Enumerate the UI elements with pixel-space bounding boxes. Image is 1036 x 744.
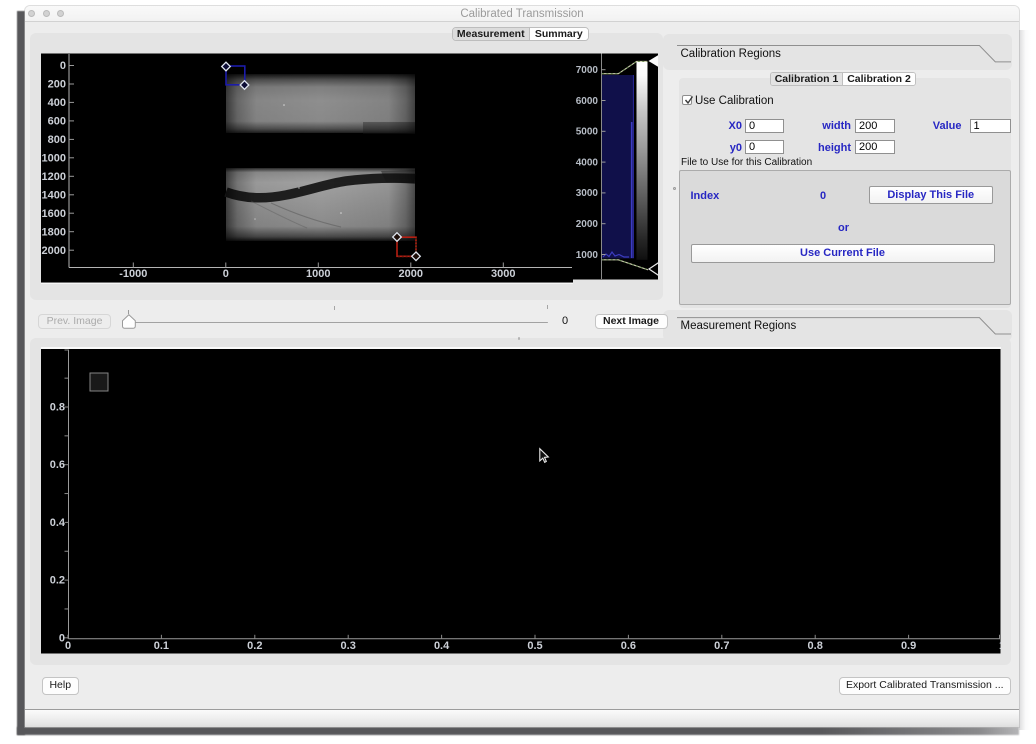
svg-text:1000: 1000 xyxy=(576,250,599,261)
svg-text:1000: 1000 xyxy=(306,268,330,280)
svg-text:1200: 1200 xyxy=(42,171,66,183)
svg-text:7000: 7000 xyxy=(576,65,599,76)
svg-text:4000: 4000 xyxy=(576,157,599,168)
svg-text:2000: 2000 xyxy=(576,219,599,230)
svg-text:6000: 6000 xyxy=(576,96,599,107)
svg-text:1000: 1000 xyxy=(42,153,66,165)
svg-text:0.7: 0.7 xyxy=(714,640,729,652)
svg-text:0.8: 0.8 xyxy=(808,640,823,652)
svg-text:0.6: 0.6 xyxy=(50,459,65,471)
svg-text:3000: 3000 xyxy=(576,188,599,199)
svg-text:5000: 5000 xyxy=(576,127,599,138)
svg-text:1800: 1800 xyxy=(42,226,66,238)
svg-text:2000: 2000 xyxy=(42,245,66,257)
svg-text:0.3: 0.3 xyxy=(341,640,356,652)
svg-text:0.9: 0.9 xyxy=(901,640,916,652)
svg-text:0.4: 0.4 xyxy=(50,517,66,529)
svg-text:1600: 1600 xyxy=(42,208,66,220)
svg-text:400: 400 xyxy=(48,97,66,109)
svg-text:1: 1 xyxy=(999,640,1001,652)
svg-text:0: 0 xyxy=(65,640,71,652)
svg-text:3000: 3000 xyxy=(491,268,515,280)
svg-text:200: 200 xyxy=(48,79,66,91)
svg-text:0.5: 0.5 xyxy=(527,640,542,652)
svg-text:0.2: 0.2 xyxy=(50,575,65,587)
svg-text:-1000: -1000 xyxy=(119,268,147,280)
svg-text:800: 800 xyxy=(48,134,66,146)
svg-text:0.2: 0.2 xyxy=(247,640,262,652)
svg-text:600: 600 xyxy=(48,116,66,128)
svg-text:1400: 1400 xyxy=(42,190,66,202)
svg-text:0.8: 0.8 xyxy=(50,402,65,414)
svg-text:0.4: 0.4 xyxy=(434,640,450,652)
svg-text:2000: 2000 xyxy=(399,268,423,280)
svg-text:0.6: 0.6 xyxy=(621,640,636,652)
svg-text:0.1: 0.1 xyxy=(154,640,169,652)
svg-text:0: 0 xyxy=(223,268,229,280)
svg-text:0: 0 xyxy=(60,60,66,72)
